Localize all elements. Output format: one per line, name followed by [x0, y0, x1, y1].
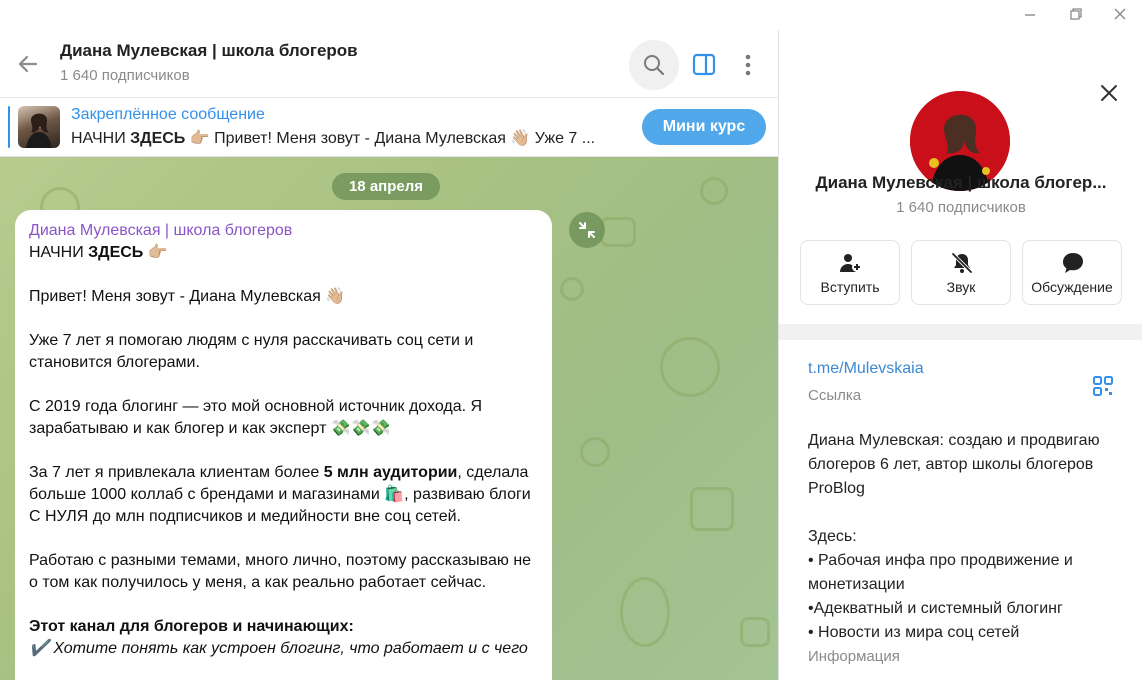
message-heading: Этот канал для блогеров и начинающих:: [29, 618, 354, 635]
window-controls: [778, 0, 1142, 30]
message-paragraph: С 2019 года блогинг — это мой основной и…: [29, 398, 483, 437]
qr-code-icon[interactable]: [1092, 375, 1114, 397]
channel-bio: Диана Мулевская: создаю и продвигаю блог…: [808, 429, 1128, 645]
info-section: t.me/Mulevskaia Ссылка Диана Мулевская: …: [779, 324, 1142, 680]
message-paragraph: ✔️ Хотите понять как устроен блогинг, чт…: [29, 640, 528, 657]
bio-line: • Новости из мира соц сетей: [808, 624, 1020, 641]
mini-course-button[interactable]: Мини курс: [642, 109, 766, 145]
chat-bubble-icon: [1063, 253, 1083, 273]
bio-line: Диана Мулевская: создаю и продвигаю блог…: [808, 432, 1100, 497]
search-icon: [644, 55, 665, 76]
close-icon[interactable]: [1098, 82, 1120, 104]
message-author[interactable]: Диана Мулевская | школа блогеров: [29, 221, 538, 241]
bio-line: • Рабочая инфа про продвижение и монетиз…: [808, 552, 1073, 593]
window-close-icon[interactable]: [1110, 4, 1130, 24]
minimize-icon[interactable]: [1020, 4, 1040, 24]
message-bubble[interactable]: Диана Мулевская | школа блогеров НАЧНИ З…: [15, 210, 552, 680]
panel-subscriber-count: 1 640 подписчиков: [896, 199, 1026, 216]
back-arrow-icon[interactable]: [14, 50, 42, 78]
pinned-thumbnail: [18, 106, 60, 148]
add-user-icon: [840, 254, 862, 272]
restore-icon[interactable]: [1066, 4, 1086, 24]
search-button[interactable]: [629, 40, 679, 90]
panel-channel-name: Диана Мулевская | школа блогер...: [815, 173, 1107, 192]
join-button[interactable]: Вступить: [800, 240, 900, 305]
pinned-label: Закреплённое сообщение: [71, 106, 265, 123]
pinned-message-bar[interactable]: Закреплённое сообщение НАЧНИ ЗДЕСЬ 👉🏼 Пр…: [0, 98, 778, 157]
sound-button[interactable]: Звук: [911, 240, 1011, 305]
window-top-strip: [0, 0, 778, 30]
message-paragraph: Работаю с разными темами, много лично, п…: [29, 552, 532, 591]
sound-label: Звук: [946, 279, 976, 295]
info-caption: Информация: [808, 648, 900, 665]
message-paragraph: За 7 лет я привлекала клиентам более 5 м…: [29, 464, 531, 525]
channel-link[interactable]: t.me/Mulevskaia: [808, 360, 924, 378]
pinned-text: НАЧНИ ЗДЕСЬ 👉🏼 Привет! Меня зовут - Диан…: [71, 130, 596, 147]
bell-muted-icon: [951, 252, 973, 274]
message-line: НАЧНИ ЗДЕСЬ 👉🏼: [29, 244, 168, 261]
message-paragraph: Уже 7 лет я помогаю людям с нуля расскач…: [29, 332, 474, 371]
sidebar-toggle-icon[interactable]: [688, 52, 720, 78]
more-options-icon[interactable]: [737, 50, 759, 80]
discussion-label: Обсуждение: [1031, 279, 1113, 295]
pinned-indicator: [8, 106, 10, 148]
join-label: Вступить: [820, 279, 880, 295]
discussion-button[interactable]: Обсуждение: [1022, 240, 1122, 305]
channel-title[interactable]: Диана Мулевская | школа блогеров: [60, 41, 358, 61]
bio-line: •Адекватный и системный блогинг: [808, 600, 1063, 617]
collapse-arrows-icon: [579, 222, 595, 238]
message-paragraph: Привет! Меня зовут - Диана Мулевская 👋🏼: [29, 288, 346, 305]
bio-line: [808, 501, 1128, 525]
chat-area: Диана Мулевская | школа блогеров 1 640 п…: [0, 0, 778, 680]
channel-info-panel: Диана Мулевская | школа блогер... 1 640 …: [778, 0, 1142, 680]
chat-header[interactable]: Диана Мулевская | школа блогеров 1 640 п…: [0, 30, 778, 98]
date-separator: 18 апреля: [332, 173, 440, 200]
bio-line: Здесь:: [808, 528, 857, 545]
collapse-button[interactable]: [569, 212, 605, 248]
link-caption: Ссылка: [808, 387, 862, 404]
subscriber-count: 1 640 подписчиков: [60, 67, 190, 84]
